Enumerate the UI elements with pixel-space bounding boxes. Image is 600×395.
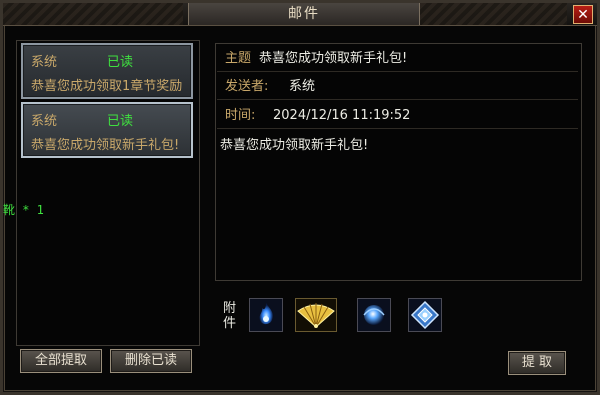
time-value: 2024/12/16 11:19:52 bbox=[273, 108, 411, 123]
mail-sender: 系统 bbox=[31, 114, 58, 129]
sender-row: 发送者: 系统 bbox=[217, 75, 578, 100]
mail-read-status: 已读 bbox=[107, 114, 134, 129]
attachment-slot[interactable] bbox=[357, 298, 391, 332]
mail-preview: 恭喜您成功领取1章节奖励 bbox=[31, 79, 183, 94]
mail-preview: 恭喜您成功领取新手礼包! bbox=[31, 138, 180, 153]
time-row: 时间: 2024/12/16 11:19:52 bbox=[217, 104, 578, 129]
blue-orb-icon bbox=[358, 299, 390, 331]
attachments-label: 附件 bbox=[223, 301, 237, 331]
close-button[interactable]: ✕ bbox=[573, 5, 593, 24]
mail-item[interactable]: 系统 已读 恭喜您成功领取1章节奖励 bbox=[21, 43, 193, 99]
golden-fan-icon bbox=[296, 299, 336, 331]
mail-window: 邮件 ✕ 系统 已读 恭喜您成功领取1章节奖励 系统 已读 恭喜您成功领取新手礼… bbox=[0, 0, 600, 395]
attachment-slot[interactable] bbox=[408, 298, 442, 332]
attachment-slot[interactable] bbox=[295, 298, 337, 332]
subject-label: 主题 bbox=[225, 51, 252, 66]
sender-label: 发送者: bbox=[225, 79, 269, 94]
collect-all-button[interactable]: 全部提取 bbox=[20, 349, 102, 373]
subject-value: 恭喜您成功领取新手礼包! bbox=[259, 51, 408, 66]
subject-row: 主题 恭喜您成功领取新手礼包! bbox=[217, 47, 578, 72]
mail-read-status: 已读 bbox=[107, 55, 134, 70]
mail-item-selected[interactable]: 系统 已读 恭喜您成功领取新手礼包! bbox=[21, 102, 193, 158]
mail-list: 系统 已读 恭喜您成功领取1章节奖励 系统 已读 恭喜您成功领取新手礼包! bbox=[16, 40, 200, 346]
collect-button[interactable]: 提 取 bbox=[508, 351, 566, 375]
mail-sender: 系统 bbox=[31, 55, 58, 70]
title-ornament-left bbox=[3, 3, 183, 25]
attachment-slot[interactable] bbox=[249, 298, 283, 332]
mail-body: 恭喜您成功领取新手礼包! bbox=[220, 138, 369, 153]
item-reward-text: 靴 * 1 bbox=[3, 203, 44, 217]
mail-detail-panel: 主题 恭喜您成功领取新手礼包! 发送者: 系统 时间: 2024/12/16 1… bbox=[215, 43, 582, 281]
crystal-emblem-icon bbox=[409, 299, 441, 331]
window-title: 邮件 bbox=[188, 3, 420, 25]
title-bar: 邮件 bbox=[3, 3, 597, 26]
blue-flame-icon bbox=[250, 299, 282, 331]
time-label: 时间: bbox=[225, 108, 256, 123]
delete-read-button[interactable]: 删除已读 bbox=[110, 349, 192, 373]
sender-value: 系统 bbox=[289, 79, 316, 94]
